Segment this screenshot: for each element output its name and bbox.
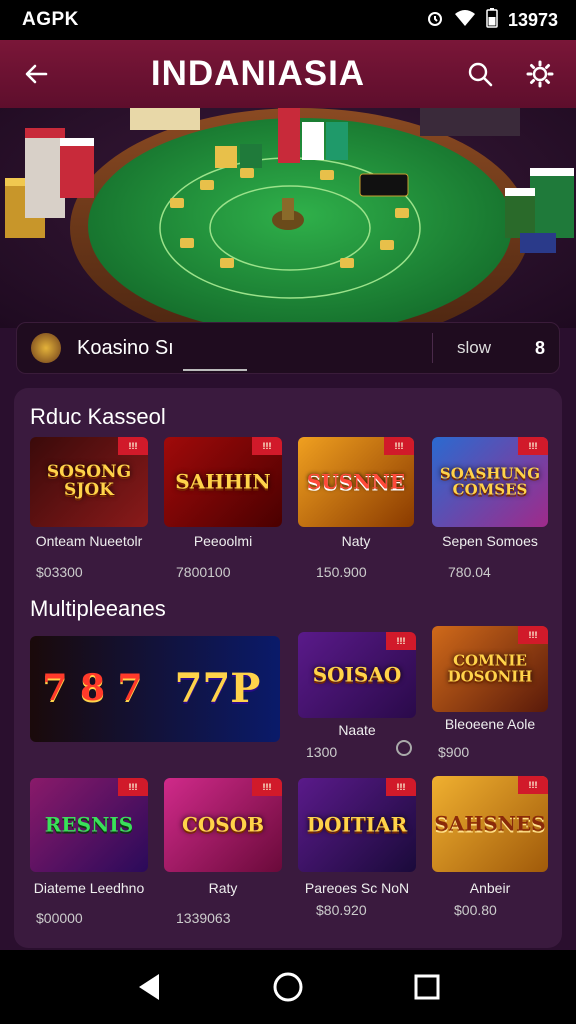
app-bar: INDANIASIA	[0, 40, 576, 108]
game-logo: SOSONG SJOK	[46, 462, 132, 500]
game-tile[interactable]: DOITIAR !!!	[298, 778, 416, 872]
game-name: Naty	[341, 533, 371, 549]
game-price: 1339063	[176, 910, 231, 926]
game-price: $00000	[36, 910, 83, 926]
carrier-label: AGPK	[22, 9, 79, 30]
category-label[interactable]: Koasino Sı	[77, 337, 432, 360]
gear-icon	[526, 60, 554, 88]
game-tile[interactable]: SAHHIN !!!	[164, 437, 282, 527]
game-name: Anbeir	[469, 880, 511, 896]
game-price: 7800100	[176, 564, 231, 580]
new-badge: !!!	[252, 437, 282, 455]
game-logo: RESNIS	[44, 812, 134, 837]
game-logo: SOASHUNG COMSES	[439, 464, 541, 498]
game-name: Naate	[338, 722, 376, 738]
section-title-featured: Rduc Kasseol	[30, 404, 166, 429]
settings-button[interactable]	[524, 58, 556, 90]
search-icon	[468, 62, 493, 87]
clock: 13973	[507, 9, 558, 30]
game-logo: COMNIE DOSONIH	[447, 651, 533, 685]
wifi-icon	[454, 9, 476, 32]
game-name: Diateme Leedhno	[33, 880, 145, 896]
game-tile[interactable]: SUSNNE !!!	[298, 437, 414, 527]
nav-home-button[interactable]	[268, 967, 308, 1007]
new-badge: !!!	[118, 437, 148, 455]
game-logo: COSOB	[181, 812, 265, 837]
game-price: $80.920	[316, 902, 367, 918]
new-badge: !!!	[518, 626, 548, 644]
new-badge: !!!	[386, 632, 416, 650]
game-logo: SOISAO	[312, 662, 402, 687]
new-badge: !!!	[386, 778, 416, 796]
games-panel: Rduc Kasseol SOSONG SJOK !!! Onteam Nueet…	[14, 388, 562, 948]
app-title: INDANIASIA	[150, 54, 366, 93]
new-badge: !!!	[252, 778, 282, 796]
game-logo: SUSNNE	[306, 469, 406, 494]
back-triangle-icon	[139, 974, 160, 1000]
game-logo: DOITIAR	[306, 812, 408, 837]
game-price: $900	[438, 744, 470, 760]
game-name: Raty	[208, 880, 238, 896]
avatar	[31, 333, 61, 363]
game-name: Sepen Somoes	[442, 533, 538, 549]
game-name: Onteam Nueetolr	[35, 533, 143, 549]
game-price: 1300	[306, 744, 338, 760]
active-tab-indicator	[183, 369, 247, 371]
game-tile[interactable]: SAHSNES !!!	[432, 776, 548, 872]
recents-square-icon	[414, 974, 440, 1000]
back-button[interactable]	[20, 58, 52, 90]
new-badge: !!!	[118, 778, 148, 796]
status-bar: AGPK 13973	[0, 0, 576, 40]
alarm-icon	[426, 9, 444, 32]
game-name: Bleoeene Aole	[444, 716, 536, 732]
game-logo: 77P	[174, 665, 261, 712]
game-name: Pareoes Sc NoN	[304, 880, 410, 896]
game-price: $03300	[36, 564, 83, 580]
status-icons: 13973	[426, 7, 558, 33]
sort-option[interactable]: slow	[457, 338, 491, 358]
game-tile[interactable]: COSOB !!!	[164, 778, 282, 872]
game-tile[interactable]: SOSONG SJOK !!!	[30, 437, 148, 527]
game-logo: SAHHIN	[175, 469, 271, 494]
new-badge: !!!	[518, 776, 548, 794]
game-logo: 7 8 7	[42, 667, 143, 710]
divider	[431, 333, 433, 363]
game-price: $00.80	[454, 902, 497, 918]
hero-banner[interactable]	[0, 108, 576, 328]
game-logo: SAHSNES	[434, 811, 546, 836]
new-badge: !!!	[384, 437, 414, 455]
game-tile[interactable]: COMNIE DOSONIH !!!	[432, 626, 548, 712]
game-price: 150.900	[316, 564, 367, 580]
game-tile[interactable]: RESNIS !!!	[30, 778, 148, 872]
nav-back-button[interactable]	[129, 967, 169, 1007]
nav-recents-button[interactable]	[407, 967, 447, 1007]
category-filter-bar[interactable]: Koasino Sı slow 8	[16, 322, 560, 374]
game-price: 780.04	[448, 564, 491, 580]
system-nav-bar	[0, 950, 576, 1024]
game-tile[interactable]: SOISAO !!!	[298, 632, 416, 718]
game-name: Peeoolmi	[193, 533, 253, 549]
game-tile[interactable]: SOASHUNG COMSES !!!	[432, 437, 548, 527]
battery-icon	[486, 7, 498, 33]
section-title-multiplayer: Multipleeanes	[30, 596, 166, 621]
back-arrow-icon	[25, 64, 48, 84]
roulette-table-illustration	[5, 108, 574, 328]
featured-slot-tile[interactable]: 7 8 7 77P	[30, 636, 280, 742]
favorite-toggle[interactable]	[396, 740, 412, 756]
result-count: 8	[534, 337, 545, 358]
search-button[interactable]	[464, 58, 496, 90]
home-circle-icon	[273, 972, 303, 1002]
new-badge: !!!	[518, 437, 548, 455]
